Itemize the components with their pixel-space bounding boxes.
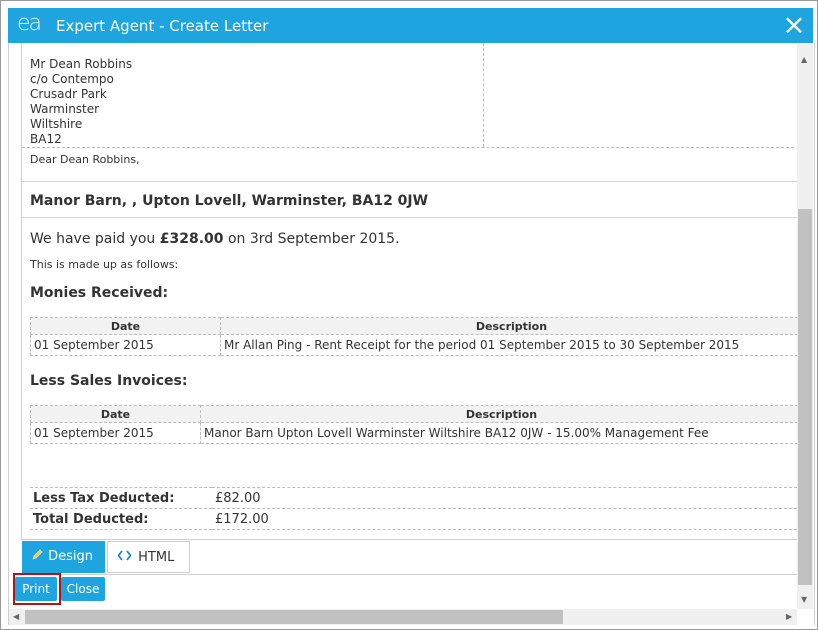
address-line: c/o Contempo [30, 72, 114, 86]
tax-deducted-value: £82.00 [212, 487, 798, 509]
address-line: Crusadr Park [30, 87, 107, 101]
tab-html-label: HTML [138, 550, 175, 565]
dialog-frame: ea Expert Agent - Create Letter × Mr Dea… [0, 0, 818, 630]
horizontal-scroll-thumb[interactable] [25, 610, 563, 624]
made-up-text: This is made up as follows: [30, 258, 179, 271]
payment-statement: We have paid you £328.00 on 3rd Septembe… [30, 231, 400, 247]
tab-html[interactable]: HTML [107, 541, 190, 573]
dialog-body: Mr Dean Robbins c/o Contempo Crusadr Par… [8, 43, 815, 625]
tab-design[interactable]: Design [22, 541, 105, 573]
totals-table: Less Tax Deducted: £82.00 Total Deducted… [30, 487, 798, 530]
cell-date: 01 September 2015 [30, 422, 201, 444]
address-line: Warminster [30, 102, 100, 116]
app-logo: ea [17, 11, 42, 36]
code-icon [117, 542, 134, 574]
divider [22, 181, 798, 182]
address-line: Wiltshire [30, 117, 83, 131]
tab-design-label: Design [48, 549, 94, 564]
table-row: 01 September 2015 Mr Allan Ping - Rent R… [30, 334, 798, 356]
address-block: Mr Dean Robbins c/o Contempo Crusadr Par… [22, 43, 794, 148]
pencil-icon [32, 541, 44, 573]
column-header-description: Description [200, 405, 798, 423]
table-row: 01 September 2015 Manor Barn Upton Lovel… [30, 422, 798, 444]
divider [22, 217, 798, 218]
address-line: BA12 [30, 132, 62, 146]
property-heading: Manor Barn, , Upton Lovell, Warminster, … [30, 193, 429, 209]
vertical-scroll-thumb[interactable] [798, 209, 812, 585]
total-deducted-label: Total Deducted: [30, 508, 212, 530]
vertical-scrollbar[interactable]: ▲ ▼ [797, 43, 813, 609]
table-row: Total Deducted: £172.00 [30, 508, 798, 530]
horizontal-scrollbar[interactable]: ◀ ▶ [9, 609, 797, 625]
cell-date: 01 September 2015 [30, 334, 221, 356]
monies-table: Date Description 01 September 2015 Mr Al… [30, 317, 798, 356]
cell-description: Manor Barn Upton Lovell Warminster Wilts… [200, 422, 798, 444]
column-header-date: Date [30, 405, 201, 423]
invoices-table: Date Description 01 September 2015 Manor… [30, 405, 798, 444]
print-button[interactable]: Print [15, 577, 57, 601]
tax-deducted-label: Less Tax Deducted: [30, 487, 212, 509]
invoices-heading: Less Sales Invoices: [30, 373, 188, 389]
address-lines: Mr Dean Robbins c/o Contempo Crusadr Par… [30, 57, 132, 147]
paid-suffix: on 3rd September 2015. [223, 231, 400, 247]
monies-heading: Monies Received: [30, 285, 169, 301]
letter-editor[interactable]: Mr Dean Robbins c/o Contempo Crusadr Par… [21, 43, 799, 539]
column-header-description: Description [220, 317, 798, 335]
editor-mode-tabs: Design HTML [21, 539, 797, 575]
paid-amount: £328.00 [159, 231, 224, 247]
cell-description: Mr Allan Ping - Rent Receipt for the per… [220, 334, 798, 356]
table-row: Less Tax Deducted: £82.00 [30, 487, 798, 509]
scroll-up-icon[interactable]: ▲ [801, 55, 807, 64]
close-icon[interactable]: × [781, 11, 807, 39]
paid-prefix: We have paid you [30, 231, 160, 247]
column-header-date: Date [30, 317, 221, 335]
address-divider [483, 43, 484, 147]
scroll-right-icon[interactable]: ▶ [786, 612, 792, 621]
scroll-down-icon[interactable]: ▼ [801, 595, 807, 604]
address-line: Mr Dean Robbins [30, 57, 133, 71]
scroll-left-icon[interactable]: ◀ [13, 612, 19, 621]
window-title: Expert Agent - Create Letter [56, 17, 269, 35]
salutation: Dear Dean Robbins, [30, 153, 140, 166]
title-bar: ea Expert Agent - Create Letter × [8, 8, 813, 43]
total-deducted-value: £172.00 [212, 508, 798, 530]
close-button[interactable]: Close [61, 577, 105, 601]
